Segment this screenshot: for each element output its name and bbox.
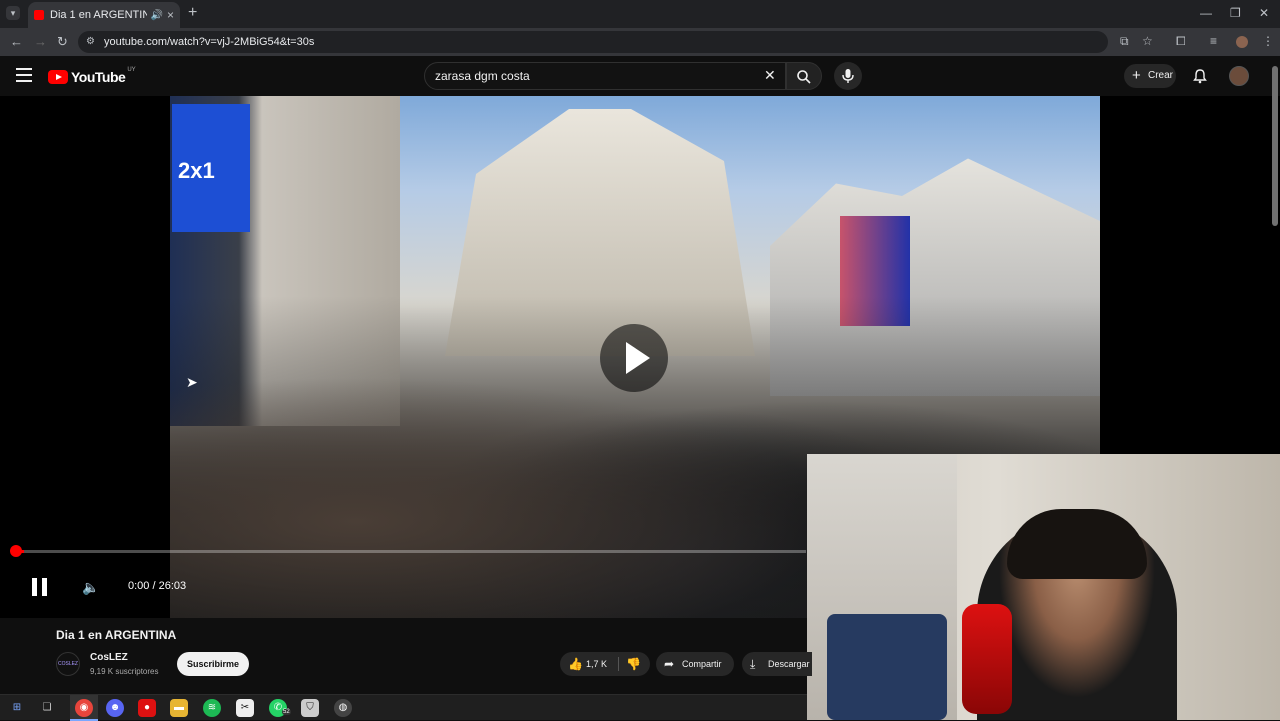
youtube-favicon-icon bbox=[34, 10, 44, 20]
pause-button[interactable] bbox=[32, 578, 48, 596]
share-label: Compartir bbox=[682, 659, 722, 669]
browser-tab-title: Dia 1 en ARGENTINA - YouTube bbox=[50, 9, 147, 21]
task-view-icon[interactable]: ❏ bbox=[38, 699, 56, 717]
extensions-icon[interactable]: ⧠ bbox=[1176, 34, 1186, 49]
close-tab-icon[interactable]: × bbox=[167, 8, 174, 22]
chrome-icon[interactable]: ◉ bbox=[75, 699, 93, 717]
youtube-header: YouTube UY zarasa dgm costa ✕ + Crear bbox=[0, 56, 1280, 96]
minimize-window-icon[interactable]: — bbox=[1200, 6, 1212, 20]
tab-search-chevron-icon[interactable]: ▾ bbox=[6, 6, 20, 20]
subscribe-button[interactable]: Suscribirme bbox=[177, 652, 249, 676]
country-code: UY bbox=[127, 67, 136, 73]
like-count[interactable]: 1,7 K bbox=[586, 652, 607, 676]
dislike-thumb-down-icon[interactable]: 👎 bbox=[626, 652, 641, 676]
download-label: Descargar bbox=[768, 659, 810, 669]
download-button[interactable]: ⤓ Descargar bbox=[742, 652, 812, 676]
red-app-icon[interactable]: ● bbox=[138, 699, 156, 717]
capcut-icon[interactable]: ✂ bbox=[236, 699, 254, 717]
youtube-logo[interactable]: YouTube UY bbox=[48, 67, 136, 85]
url-text: youtube.com/watch?v=vjJ-2MBiG54&t=30s bbox=[104, 36, 315, 48]
share-arrow-icon: ➦ bbox=[664, 657, 675, 671]
install-app-icon[interactable]: ⧉ bbox=[1120, 34, 1129, 49]
search-button[interactable] bbox=[786, 62, 822, 90]
reading-list-icon[interactable]: ≡ bbox=[1210, 34, 1217, 48]
back-arrow-icon[interactable]: ← bbox=[10, 34, 23, 49]
restore-window-icon[interactable]: ❐ bbox=[1230, 6, 1241, 20]
mouse-cursor-icon: ➤ bbox=[186, 374, 198, 390]
create-button[interactable]: + Crear bbox=[1124, 64, 1176, 88]
billboard-text: 2x1 bbox=[178, 158, 215, 183]
progress-scrubber[interactable] bbox=[10, 545, 22, 557]
browser-tab-strip: ▾ Dia 1 en ARGENTINA - YouTube 🔊 × + — ❐… bbox=[0, 0, 1280, 28]
channel-avatar[interactable]: COSLEZ bbox=[56, 652, 80, 676]
microphone-icon bbox=[842, 69, 854, 83]
page-scrollbar[interactable] bbox=[1272, 66, 1278, 226]
channel-name[interactable]: CosLEZ bbox=[90, 652, 128, 663]
volume-icon[interactable]: 🔈 bbox=[82, 579, 99, 596]
pause-icon bbox=[32, 578, 37, 596]
webcam-overlay bbox=[807, 454, 1280, 720]
video-title: Dia 1 en ARGENTINA bbox=[56, 628, 177, 642]
spotify-icon[interactable]: ≋ bbox=[203, 699, 221, 717]
clear-search-icon[interactable]: ✕ bbox=[764, 67, 776, 84]
search-icon bbox=[797, 70, 811, 84]
windows-start-icon[interactable]: ⊞ bbox=[8, 699, 26, 717]
file-explorer-icon[interactable]: ▬ bbox=[170, 699, 188, 717]
menu-icon[interactable] bbox=[16, 68, 32, 82]
forward-arrow-icon[interactable]: → bbox=[34, 34, 47, 49]
share-button[interactable]: ➦ Compartir bbox=[656, 652, 734, 676]
shield-app-icon[interactable]: ⛉ bbox=[301, 699, 319, 717]
download-arrow-icon: ⤓ bbox=[750, 657, 756, 671]
bookmark-star-icon[interactable]: ☆ bbox=[1142, 34, 1153, 48]
play-overlay-button[interactable] bbox=[600, 324, 668, 392]
windows-taskbar: ⊞ ❏ ◉ ☻ ● ▬ ≋ ✂ ✆ 52 ⛉ ◍ bbox=[0, 694, 807, 721]
account-avatar[interactable] bbox=[1229, 66, 1249, 86]
site-info-icon[interactable]: ⚙ bbox=[86, 31, 95, 53]
webcam-background-bed bbox=[827, 614, 947, 720]
like-thumb-up-icon[interactable]: 👍 bbox=[568, 652, 583, 676]
subscriber-count: 9,19 K suscriptores bbox=[90, 667, 159, 676]
youtube-logo-text: YouTube bbox=[71, 69, 126, 85]
browser-tab[interactable]: Dia 1 en ARGENTINA - YouTube 🔊 × bbox=[28, 2, 180, 28]
streamer-headset bbox=[1007, 509, 1147, 579]
close-window-icon[interactable]: ✕ bbox=[1259, 6, 1269, 20]
whatsapp-badge: 52 bbox=[282, 709, 291, 715]
create-label: Crear bbox=[1148, 70, 1174, 81]
new-tab-button[interactable]: + bbox=[188, 4, 197, 22]
notifications-bell-icon[interactable] bbox=[1192, 68, 1208, 89]
browser-menu-icon[interactable]: ⋮ bbox=[1262, 34, 1274, 48]
discord-icon[interactable]: ☻ bbox=[106, 699, 124, 717]
like-divider bbox=[618, 657, 619, 671]
reload-icon[interactable]: ↻ bbox=[57, 34, 68, 50]
youtube-play-logo-icon bbox=[48, 70, 68, 84]
progress-bar[interactable] bbox=[16, 550, 806, 553]
obs-icon[interactable]: ◍ bbox=[334, 699, 352, 717]
browser-toolbar: ⚙ youtube.com/watch?v=vjJ-2MBiG54&t=30s bbox=[0, 28, 1280, 56]
voice-search-button[interactable] bbox=[834, 62, 862, 90]
address-bar[interactable]: ⚙ youtube.com/watch?v=vjJ-2MBiG54&t=30s bbox=[78, 31, 1108, 53]
search-input[interactable]: zarasa dgm costa bbox=[424, 62, 786, 90]
like-dislike-group: 👍 1,7 K 👎 bbox=[560, 652, 650, 676]
time-display: 0:00 / 26:03 bbox=[128, 580, 187, 592]
video-scene-billboard: 2x1 bbox=[172, 104, 250, 232]
tab-audio-icon[interactable]: 🔊 bbox=[151, 10, 163, 21]
profile-avatar[interactable] bbox=[1236, 36, 1248, 48]
streamer-microphone bbox=[962, 604, 1012, 714]
plus-icon: + bbox=[1132, 67, 1141, 84]
